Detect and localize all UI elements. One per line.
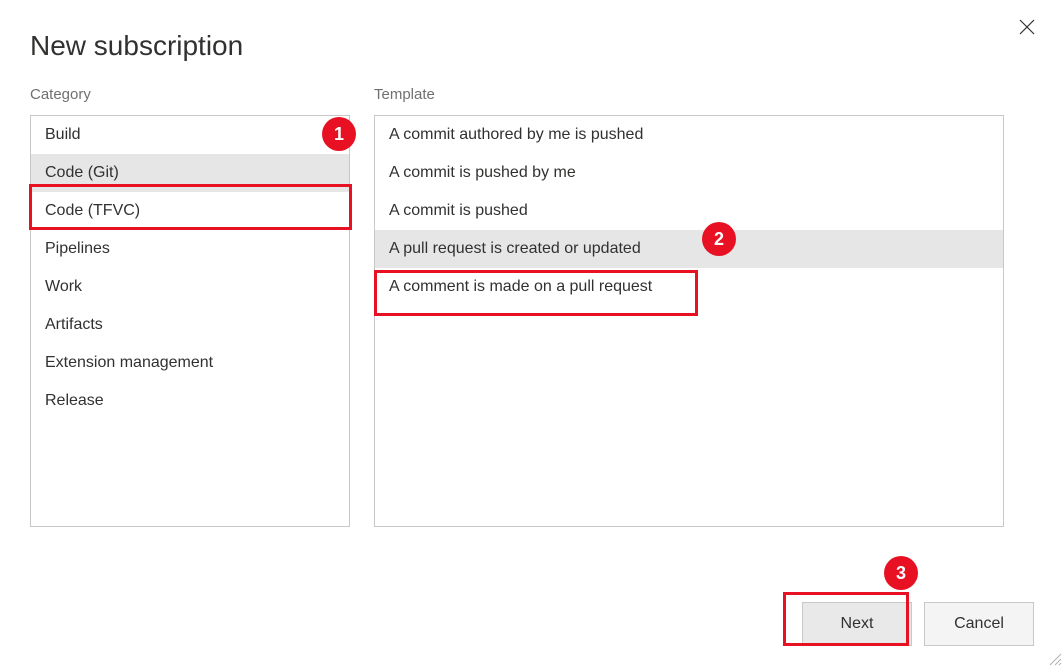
category-item-pipelines[interactable]: Pipelines: [31, 230, 349, 268]
cancel-button[interactable]: Cancel: [924, 602, 1034, 646]
category-item-code-tfvc[interactable]: Code (TFVC): [31, 192, 349, 230]
category-item-release[interactable]: Release: [31, 382, 349, 420]
template-listbox[interactable]: A commit authored by me is pushed A comm…: [374, 115, 1004, 527]
resize-grip-icon: [1048, 652, 1062, 666]
close-icon: [1019, 19, 1035, 35]
template-item-commit-pushed[interactable]: A commit is pushed: [375, 192, 1003, 230]
dialog-title: New subscription: [0, 0, 1064, 62]
annotation-badge-3: 3: [884, 556, 918, 590]
next-button[interactable]: Next: [802, 602, 912, 646]
dialog-buttons: Next Cancel: [802, 602, 1034, 646]
template-item-commit-pushed-by-me[interactable]: A commit is pushed by me: [375, 154, 1003, 192]
category-listbox[interactable]: Build Code (Git) Code (TFVC) Pipelines W…: [30, 115, 350, 527]
close-button[interactable]: [1018, 18, 1036, 36]
category-item-build[interactable]: Build: [31, 116, 349, 154]
category-label: Category: [30, 86, 350, 103]
dialog-body: Category Build Code (Git) Code (TFVC) Pi…: [0, 62, 1064, 527]
category-column: Category Build Code (Git) Code (TFVC) Pi…: [30, 86, 350, 527]
category-item-extension-management[interactable]: Extension management: [31, 344, 349, 382]
category-item-work[interactable]: Work: [31, 268, 349, 306]
template-label: Template: [374, 86, 1004, 103]
template-column: Template A commit authored by me is push…: [374, 86, 1004, 527]
template-item-commit-authored[interactable]: A commit authored by me is pushed: [375, 116, 1003, 154]
template-item-pr-comment[interactable]: A comment is made on a pull request: [375, 268, 1003, 306]
template-item-pr-created-updated[interactable]: A pull request is created or updated: [375, 230, 1003, 268]
category-item-code-git[interactable]: Code (Git): [31, 154, 349, 192]
category-item-artifacts[interactable]: Artifacts: [31, 306, 349, 344]
